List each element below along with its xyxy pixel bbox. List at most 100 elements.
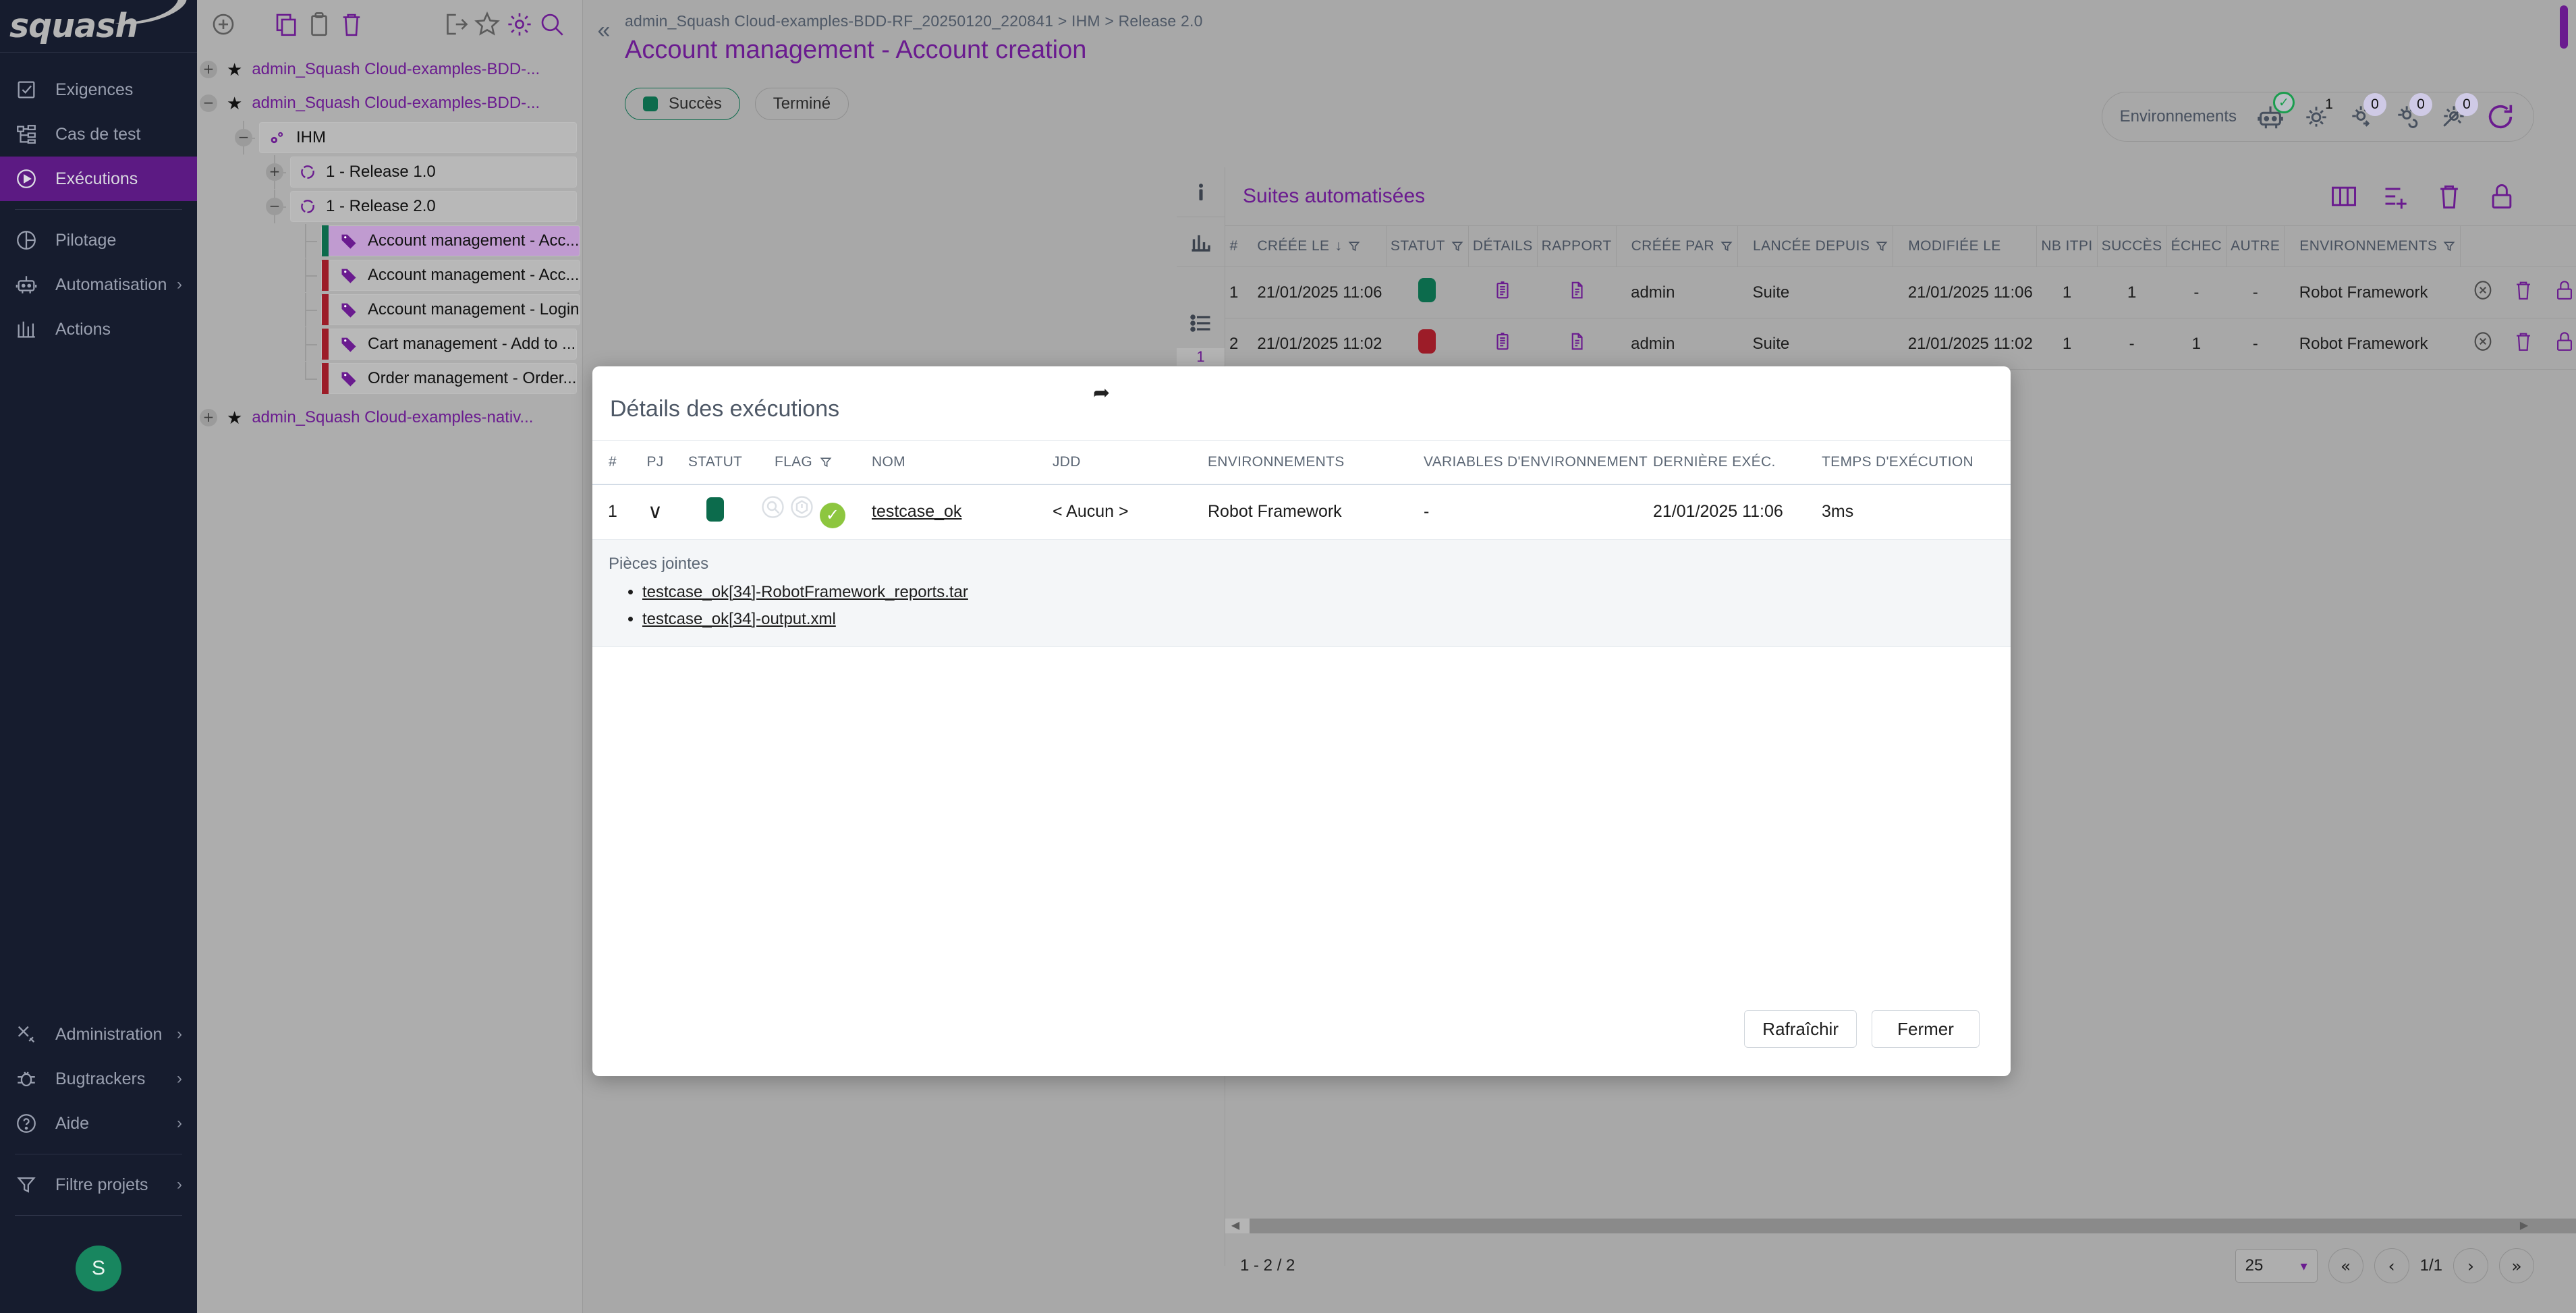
tree-root-node[interactable]: + ★ admin_Squash Cloud-examples-BDD-...: [197, 53, 582, 86]
gear-icon[interactable]: 1: [2301, 96, 2333, 132]
filter-funnel-icon[interactable]: [2442, 240, 2456, 253]
next-page-button[interactable]: ›: [2453, 1248, 2488, 1283]
file-icon[interactable]: [1567, 330, 1587, 353]
cancel-circle-icon[interactable]: [2471, 330, 2494, 353]
col-flag[interactable]: FLAG: [753, 440, 854, 485]
expand-toggle[interactable]: −: [200, 94, 217, 112]
tree-test-suite[interactable]: Cart management - Add to ...: [197, 327, 577, 361]
search-icon[interactable]: [538, 10, 566, 38]
tree-node-body[interactable]: Order management - Order...: [321, 363, 578, 394]
prev-page-button[interactable]: ‹: [2374, 1248, 2409, 1283]
delete-trash-icon[interactable]: [2512, 279, 2535, 302]
robot-icon[interactable]: ✓: [2256, 92, 2295, 132]
file-icon[interactable]: [1567, 279, 1587, 302]
tree-test-suite[interactable]: Order management - Order...: [197, 362, 578, 395]
scroll-right-arrow[interactable]: ▶: [2515, 1219, 2533, 1233]
last-page-button[interactable]: »: [2499, 1248, 2534, 1283]
add-suite-icon[interactable]: [2382, 181, 2411, 211]
cell-name[interactable]: testcase_ok: [854, 484, 1050, 539]
tree-node-body[interactable]: IHM: [259, 122, 577, 153]
breadcrumb[interactable]: admin_Squash Cloud-examples-BDD-RF_20250…: [625, 12, 1203, 30]
sidebar-item-automatisation[interactable]: Automatisation ›: [0, 262, 197, 307]
tree-test-suite[interactable]: Account management - Login: [197, 293, 580, 327]
expand-toggle[interactable]: +: [200, 409, 217, 426]
cancel-circle-icon[interactable]: [2471, 279, 2494, 302]
tree-iteration-release-1[interactable]: + 1 - Release 1.0: [197, 155, 577, 189]
tree-root-node-2[interactable]: − ★ admin_Squash Cloud-examples-BDD-...: [197, 86, 582, 120]
expand-toggle[interactable]: −: [235, 129, 252, 146]
cell-details[interactable]: [1468, 318, 1538, 370]
tree-node-body[interactable]: Account management - Login: [321, 294, 580, 325]
list-item[interactable]: testcase_ok[34]-output.xml: [642, 610, 2011, 629]
gear-disabled-icon[interactable]: 0: [2439, 93, 2478, 132]
col-launched-from[interactable]: LANCÉE DEPUIS: [1737, 225, 1893, 267]
copy-icon[interactable]: [273, 10, 301, 38]
filter-funnel-icon[interactable]: [1347, 240, 1361, 253]
lock-icon[interactable]: [2553, 279, 2576, 302]
expand-attachments-toggle[interactable]: ∨: [633, 484, 677, 539]
expand-toggle[interactable]: −: [266, 198, 283, 215]
paste-clipboard-icon[interactable]: [305, 10, 333, 38]
export-icon[interactable]: [441, 10, 469, 38]
chart-bars-icon[interactable]: [1177, 217, 1225, 267]
delete-trash-icon[interactable]: [2434, 181, 2464, 211]
list-icon[interactable]: [1177, 298, 1225, 348]
details-report-icon[interactable]: [1492, 279, 1513, 302]
gear-refresh-icon[interactable]: 0: [2393, 93, 2432, 132]
tree-test-suite[interactable]: Account management - Acc...: [197, 224, 580, 258]
tree-folder-ihm[interactable]: − IHM: [197, 121, 577, 155]
sort-desc-icon[interactable]: ↓: [1335, 238, 1342, 254]
sidebar-item-bugtrackers[interactable]: Bugtrackers ›: [0, 1057, 197, 1101]
collapse-tree-button[interactable]: «: [583, 12, 625, 65]
attachment-link[interactable]: testcase_ok[34]-RobotFramework_reports.t…: [642, 583, 968, 601]
sidebar-item-administration[interactable]: Administration ›: [0, 1012, 197, 1057]
magnifier-icon[interactable]: [762, 496, 786, 520]
tree-node-body[interactable]: 1 - Release 1.0: [290, 157, 577, 188]
col-status[interactable]: STATUT: [1385, 225, 1469, 267]
sidebar-item-aide[interactable]: Aide ›: [0, 1101, 197, 1146]
add-circle-icon[interactable]: [209, 10, 237, 38]
expand-toggle[interactable]: +: [200, 61, 217, 78]
scroll-left-arrow[interactable]: ◀: [1227, 1219, 1244, 1233]
col-environments[interactable]: ENVIRONNEMENTS: [2284, 225, 2461, 267]
sidebar-item-exigences[interactable]: Exigences: [0, 67, 197, 112]
table-row[interactable]: 1 21/01/2025 11:06 admin Suite 21/01/202…: [1225, 267, 2576, 318]
attachment-link[interactable]: testcase_ok[34]-output.xml: [642, 610, 836, 628]
tree-node-body[interactable]: 1 - Release 2.0: [290, 191, 577, 222]
tree-node-body[interactable]: Cart management - Add to ...: [321, 329, 577, 360]
filter-funnel-icon[interactable]: [1451, 240, 1464, 253]
refresh-button[interactable]: Rafraîchir: [1744, 1010, 1857, 1048]
lock-icon[interactable]: [2553, 330, 2576, 353]
cell-details[interactable]: [1468, 267, 1538, 318]
tree-test-suite[interactable]: Account management - Acc...: [197, 258, 580, 292]
cell-flag[interactable]: ✓: [753, 484, 854, 539]
columns-settings-icon[interactable]: [2329, 181, 2359, 211]
lock-icon[interactable]: [2487, 181, 2517, 211]
app-logo[interactable]: squash: [0, 0, 197, 53]
flag-success-icon[interactable]: ✓: [819, 502, 845, 528]
tree-node-body[interactable]: Account management - Acc...: [321, 260, 580, 291]
delete-trash-icon[interactable]: [337, 10, 366, 38]
tree-node-body[interactable]: Account management - Acc...: [321, 225, 580, 256]
refresh-icon[interactable]: [2485, 101, 2516, 132]
tree-root-node-3[interactable]: + ★ admin_Squash Cloud-examples-nativ...: [197, 401, 582, 435]
filter-funnel-icon[interactable]: [1875, 240, 1888, 253]
sidebar-item-pilotage[interactable]: Pilotage: [0, 218, 197, 262]
horizontal-scrollbar[interactable]: ◀ ▶: [1225, 1219, 2576, 1233]
list-item[interactable]: testcase_ok[34]-RobotFramework_reports.t…: [642, 583, 2011, 602]
scrollbar-thumb[interactable]: [1250, 1219, 2576, 1233]
execution-name-link[interactable]: testcase_ok: [872, 502, 961, 521]
first-page-button[interactable]: «: [2328, 1248, 2363, 1283]
close-button[interactable]: Fermer: [1872, 1010, 1980, 1048]
page-size-select[interactable]: 25 ▾: [2235, 1249, 2318, 1283]
delete-trash-icon[interactable]: [2512, 330, 2535, 353]
sidebar-item-cas-de-test[interactable]: Cas de test: [0, 112, 197, 157]
sidebar-item-executions[interactable]: Exécutions: [0, 157, 197, 201]
cell-report[interactable]: [1537, 267, 1617, 318]
cell-report[interactable]: [1537, 318, 1617, 370]
gear-arrow-icon[interactable]: 0: [2347, 93, 2386, 132]
sidebar-item-actions[interactable]: Actions: [0, 307, 197, 352]
status-chip-termine[interactable]: Terminé: [754, 88, 849, 120]
warning-icon[interactable]: [791, 496, 815, 520]
details-report-icon[interactable]: [1492, 330, 1513, 353]
